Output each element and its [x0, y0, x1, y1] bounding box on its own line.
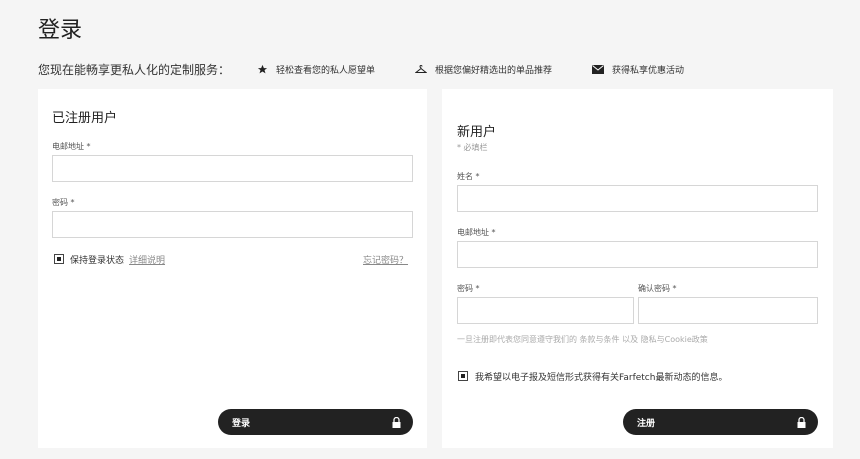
forgot-password-link[interactable]: 忘记密码？ [363, 253, 408, 266]
login-button[interactable]: 登录 [218, 409, 413, 435]
register-button-label: 注册 [637, 418, 656, 429]
page-title: 登录 [38, 18, 83, 43]
register-title: 新用户 [457, 125, 497, 140]
register-button[interactable]: 注册 [623, 409, 818, 435]
benefit-offers: 获得私享优惠活动 [592, 63, 684, 76]
register-email-label: 电邮地址 * [457, 228, 496, 237]
newsletter-optin-label: 我希望以电子报及短信形式获得有关Farfetch最新动态的信息。 [475, 373, 728, 383]
register-panel: 新用户 * 必填栏 姓名 * 电邮地址 * 密码 * 确认密码 * 一旦注册即代… [442, 89, 833, 448]
login-email-label: 电邮地址 * [52, 142, 91, 151]
terms-text: 一旦注册即代表您同意遵守我们的 条款与条件 以及 隐私与Cookie政策 [457, 335, 708, 344]
register-password-label: 密码 * [457, 284, 480, 293]
newsletter-optin-checkbox[interactable] [458, 371, 468, 381]
benefits-row: 您现在能畅享更私人化的定制服务： 轻松查看您的私人愿望单 根据您偏好精选出的单品… [38, 60, 838, 78]
star-icon [256, 63, 268, 75]
login-button-label: 登录 [232, 418, 251, 429]
benefit-label: 轻松查看您的私人愿望单 [276, 65, 376, 76]
benefit-label: 获得私享优惠活动 [612, 65, 685, 76]
name-label: 姓名 * [457, 172, 480, 181]
register-email-input[interactable] [457, 241, 818, 268]
lock-icon [392, 416, 401, 428]
login-password-label: 密码 * [52, 198, 75, 207]
name-input[interactable] [457, 185, 818, 212]
required-note: * 必填栏 [457, 143, 488, 152]
details-link[interactable]: 详细说明 [129, 253, 165, 266]
benefit-label: 根据您偏好精选出的单品推荐 [435, 65, 553, 76]
login-panel: 已注册用户 电邮地址 * 密码 * 保持登录状态 详细说明 忘记密码？ 登录 [38, 89, 427, 448]
intro-text: 您现在能畅享更私人化的定制服务： [38, 62, 231, 77]
login-password-input[interactable] [52, 211, 413, 238]
login-title: 已注册用户 [52, 111, 118, 126]
login-email-input[interactable] [52, 155, 413, 182]
confirm-password-label: 确认密码 * [638, 284, 677, 293]
hanger-icon [415, 63, 428, 75]
benefit-recommendations: 根据您偏好精选出的单品推荐 [415, 63, 552, 76]
keep-signed-in-label: 保持登录状态 [70, 256, 125, 266]
confirm-password-input[interactable] [638, 297, 818, 324]
envelope-icon [592, 63, 605, 75]
register-password-input[interactable] [457, 297, 634, 324]
keep-signed-in-checkbox[interactable] [54, 254, 64, 264]
lock-icon [797, 416, 806, 428]
benefit-wishlist: 轻松查看您的私人愿望单 [256, 63, 375, 76]
